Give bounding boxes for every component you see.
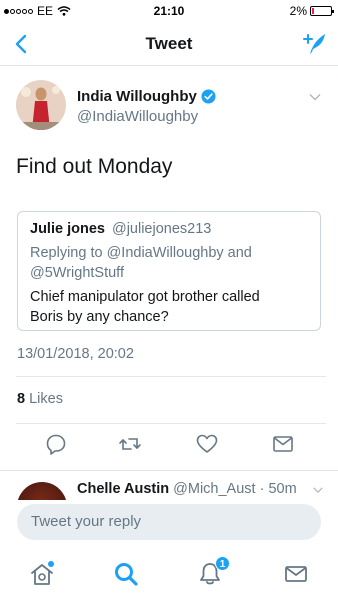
chevron-down-icon[interactable] bbox=[312, 484, 324, 496]
home-icon[interactable] bbox=[28, 560, 56, 588]
replying-line-1: Replying to @IndiaWilloughby and bbox=[30, 245, 252, 261]
status-bar: EE 21:10 2% bbox=[0, 0, 338, 22]
notifications-badge: 1 bbox=[215, 556, 230, 571]
compose-tweet-icon[interactable] bbox=[300, 30, 328, 58]
quoted-text-line-1: Chief manipulator got brother called bbox=[30, 289, 260, 305]
page-title: Tweet bbox=[145, 34, 193, 53]
status-time: 21:10 bbox=[153, 4, 185, 18]
reply-input[interactable]: Tweet your reply bbox=[17, 504, 321, 540]
quoted-text-line-2: Boris by any chance? bbox=[30, 309, 169, 325]
messages-icon[interactable] bbox=[282, 560, 310, 588]
tab-bar: 1 bbox=[0, 548, 338, 600]
chevron-down-icon[interactable] bbox=[308, 90, 322, 104]
reply-name: Chelle Austin bbox=[77, 481, 170, 497]
tweet-text: Find out Monday bbox=[16, 155, 173, 178]
retweet-icon[interactable] bbox=[118, 432, 142, 456]
likes-number: 8 bbox=[17, 391, 26, 407]
quoted-text: Chief manipulator got brother called Bor… bbox=[30, 287, 308, 327]
likes-label: Likes bbox=[29, 391, 63, 407]
author-name[interactable]: India Willoughby bbox=[77, 88, 216, 105]
reply-handle-time: @Mich_Aust · 50m bbox=[173, 481, 297, 497]
replying-line-2: @5WrightStuff bbox=[30, 265, 124, 281]
reply-input-placeholder: Tweet your reply bbox=[31, 513, 142, 530]
tweet-header: India Willoughby @IndiaWilloughby bbox=[16, 80, 322, 132]
battery-icon bbox=[310, 6, 334, 16]
divider bbox=[16, 423, 326, 424]
direct-message-icon[interactable] bbox=[271, 432, 295, 456]
author-name-label: India Willoughby bbox=[77, 88, 197, 105]
likes-count[interactable]: 8 Likes bbox=[17, 391, 63, 407]
search-icon[interactable] bbox=[112, 560, 140, 588]
reply-author: Chelle Austin @Mich_Aust · 50m bbox=[77, 481, 297, 497]
quoted-replying-to: Replying to @IndiaWilloughby and @5Wrigh… bbox=[30, 243, 308, 283]
navbar: Tweet bbox=[0, 22, 338, 66]
notifications-tab[interactable]: 1 bbox=[196, 556, 230, 588]
quoted-handle: @juliejones213 bbox=[111, 221, 212, 237]
reply-icon[interactable] bbox=[44, 432, 68, 456]
tweet-timestamp: 13/01/2018, 20:02 bbox=[17, 346, 134, 362]
author-avatar[interactable] bbox=[16, 80, 66, 130]
quoted-tweet[interactable]: Julie jones @juliejones213 Replying to @… bbox=[17, 211, 321, 331]
status-right: 2% bbox=[289, 4, 334, 18]
quoted-author: Julie jones @juliejones213 bbox=[30, 221, 308, 237]
reply-avatar[interactable] bbox=[17, 482, 67, 500]
author-handle[interactable]: @IndiaWilloughby bbox=[77, 108, 198, 125]
like-heart-icon[interactable] bbox=[195, 432, 219, 456]
verified-icon bbox=[201, 89, 216, 104]
divider bbox=[16, 376, 326, 377]
battery-percent: 2% bbox=[289, 4, 307, 18]
quoted-name: Julie jones bbox=[30, 221, 105, 237]
reply-list-item[interactable]: Chelle Austin @Mich_Aust · 50m bbox=[0, 470, 338, 500]
tweet-actions bbox=[0, 432, 338, 460]
